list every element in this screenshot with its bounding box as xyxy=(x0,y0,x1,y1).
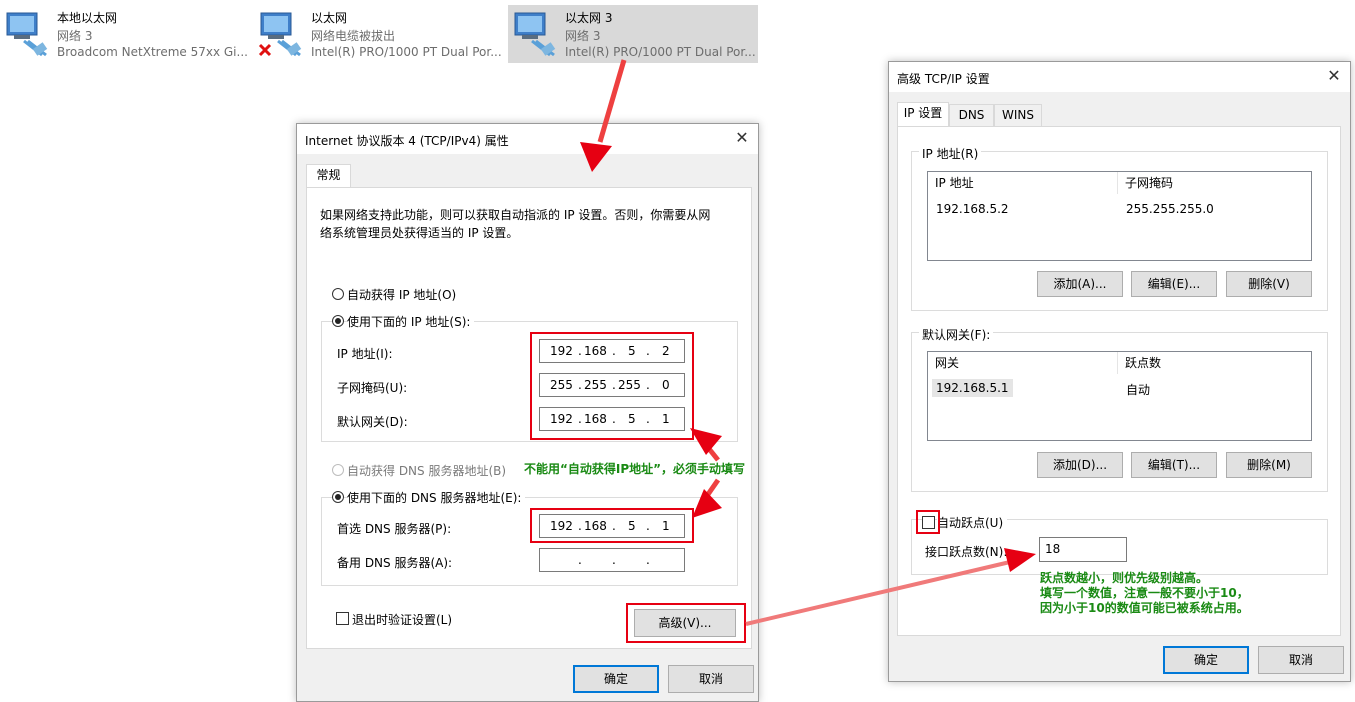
note-metric: 跃点数越小，则优先级别越高。 填写一个数值，注意一般不要小于10， 因为小于10… xyxy=(1040,571,1249,615)
arrow-note-to-ip-fields xyxy=(690,428,722,462)
note-no-auto-ip: 不能用“自动获得IP地址”，必须手动填写 xyxy=(524,462,746,476)
arrow-adapter-to-dialog xyxy=(580,59,627,172)
arrow-note-to-dns-field xyxy=(692,478,722,518)
arrow-advanced-to-metric xyxy=(745,548,1036,626)
